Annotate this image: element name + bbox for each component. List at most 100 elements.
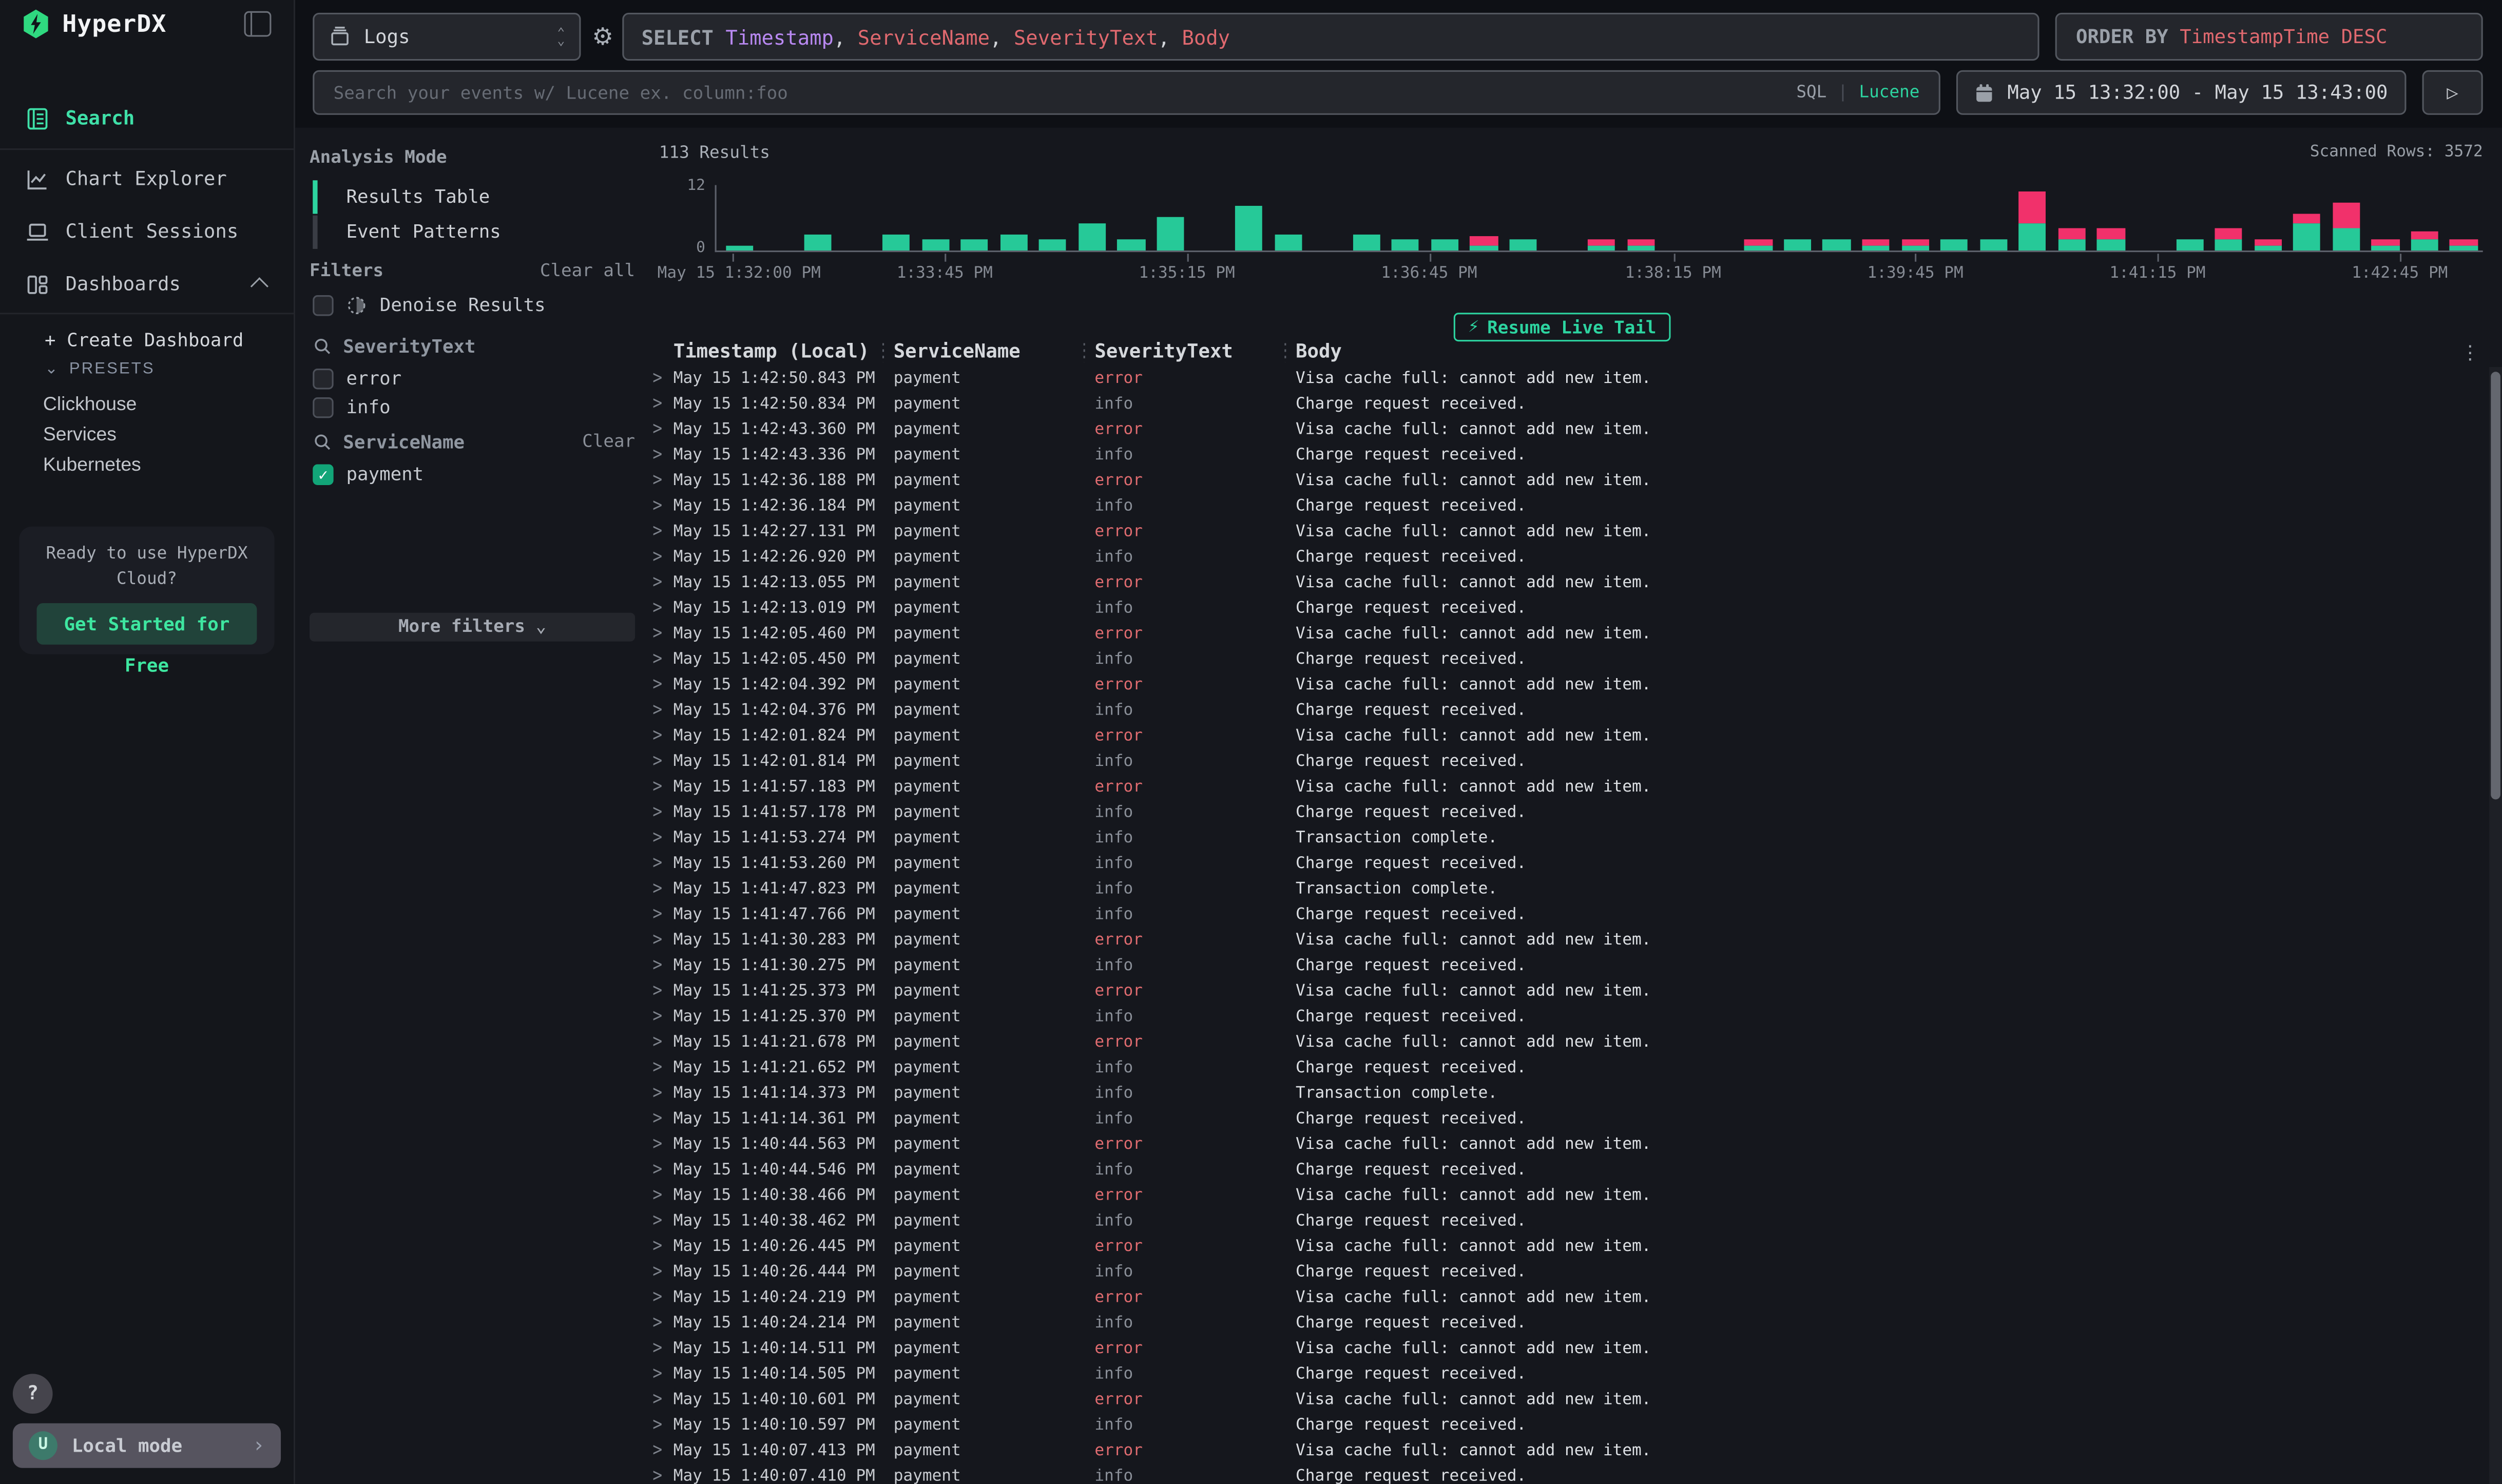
run-query-button[interactable]: ▷ xyxy=(2422,70,2483,115)
time-range-picker[interactable]: May 15 13:32:00 - May 15 13:43:00 xyxy=(1956,70,2407,115)
col-header-severitytext[interactable]: SeverityText xyxy=(1094,340,1296,367)
column-resize-handle[interactable] xyxy=(1284,343,1286,362)
sidebar-item-client-sessions[interactable]: Client Sessions xyxy=(0,209,294,254)
histogram-bar[interactable] xyxy=(837,185,876,250)
histogram-bar[interactable] xyxy=(876,185,915,250)
table-row[interactable]: > May 15 1:42:01.824 PM payment error Vi… xyxy=(642,724,2483,750)
table-row[interactable]: > May 15 1:41:47.823 PM payment info Tra… xyxy=(642,878,2483,903)
more-filters-button[interactable]: More filters ⌄ xyxy=(310,613,635,642)
histogram-bar[interactable] xyxy=(1229,185,1268,250)
table-row[interactable]: > May 15 1:40:24.214 PM payment info Cha… xyxy=(642,1312,2483,1337)
table-row[interactable]: > May 15 1:41:30.275 PM payment info Cha… xyxy=(642,954,2483,980)
table-row[interactable]: > May 15 1:42:05.450 PM payment info Cha… xyxy=(642,648,2483,673)
filter-option-info[interactable]: info xyxy=(313,396,390,418)
table-row[interactable]: > May 15 1:41:47.766 PM payment info Cha… xyxy=(642,903,2483,929)
table-row[interactable]: > May 15 1:40:10.601 PM payment error Vi… xyxy=(642,1388,2483,1414)
table-row[interactable]: > May 15 1:40:07.413 PM payment error Vi… xyxy=(642,1439,2483,1465)
filter-option-payment[interactable]: ✓ payment xyxy=(313,462,424,485)
table-row[interactable]: > May 15 1:41:53.274 PM payment info Tra… xyxy=(642,826,2483,852)
table-row[interactable]: > May 15 1:41:21.678 PM payment error Vi… xyxy=(642,1031,2483,1056)
histogram-bar[interactable] xyxy=(1582,185,1621,250)
histogram-bar[interactable] xyxy=(1386,185,1425,250)
table-row[interactable]: > May 15 1:42:04.392 PM payment error Vi… xyxy=(642,673,2483,699)
sidebar-item-dashboards[interactable]: Dashboards xyxy=(0,262,294,306)
histogram-bar[interactable] xyxy=(1465,185,1504,250)
histogram-bar[interactable] xyxy=(1700,185,1739,250)
histogram-bar[interactable] xyxy=(2405,185,2444,250)
histogram-bar[interactable] xyxy=(1935,185,1974,250)
sidebar-item-kubernetes[interactable]: Kubernetes xyxy=(43,453,141,476)
histogram-bar[interactable] xyxy=(994,185,1033,250)
gear-icon[interactable]: ⚙ xyxy=(592,23,613,51)
table-row[interactable]: > May 15 1:41:57.178 PM payment info Cha… xyxy=(642,801,2483,826)
search-input[interactable]: Search your events w/ Lucene ex. column:… xyxy=(313,70,1940,115)
table-menu-kebab-icon[interactable]: ⋮ xyxy=(2460,341,2479,364)
mode-event-patterns[interactable]: Event Patterns xyxy=(313,216,616,249)
col-header-timestamp[interactable]: Timestamp (Local) xyxy=(673,340,894,367)
table-row[interactable]: > May 15 1:42:50.843 PM payment error Vi… xyxy=(642,367,2483,393)
table-row[interactable]: > May 15 1:42:04.376 PM payment info Cha… xyxy=(642,699,2483,724)
sql-mode-toggle[interactable]: SQL xyxy=(1796,83,1826,102)
table-row[interactable]: > May 15 1:40:38.462 PM payment info Cha… xyxy=(642,1209,2483,1235)
histogram-bar[interactable] xyxy=(2091,185,2130,250)
row-expand-chevron-icon[interactable]: > xyxy=(642,1462,673,1484)
histogram-bar[interactable] xyxy=(2326,185,2365,250)
histogram-bar[interactable] xyxy=(1739,185,1778,250)
histogram-bar[interactable] xyxy=(1268,185,1307,250)
histogram-bar[interactable] xyxy=(2131,185,2170,250)
service-clear-button[interactable]: Clear xyxy=(582,431,635,451)
histogram-bar[interactable] xyxy=(720,185,759,250)
histogram-bar[interactable] xyxy=(1190,185,1229,250)
clear-all-button[interactable]: Clear all xyxy=(540,260,635,281)
mode-results-table[interactable]: Results Table xyxy=(313,180,616,214)
sidebar-item-services[interactable]: Services xyxy=(43,423,117,446)
get-started-button[interactable]: Get Started for Free xyxy=(36,603,257,645)
filter-option-error[interactable]: error xyxy=(313,367,401,390)
payment-checkbox[interactable]: ✓ xyxy=(313,464,333,484)
column-resize-handle[interactable] xyxy=(882,343,884,362)
vertical-scrollbar[interactable] xyxy=(2489,367,2502,1484)
histogram-bar[interactable] xyxy=(2366,185,2405,250)
error-checkbox[interactable] xyxy=(313,368,333,388)
select-query-input[interactable]: SELECT Timestamp, ServiceName, SeverityT… xyxy=(622,13,2039,61)
histogram-bar[interactable] xyxy=(759,185,798,250)
col-header-body[interactable]: Body xyxy=(1296,340,2483,367)
sidebar-collapse-icon[interactable] xyxy=(244,11,272,37)
table-row[interactable]: > May 15 1:40:26.444 PM payment info Cha… xyxy=(642,1261,2483,1286)
histogram-bar[interactable] xyxy=(1072,185,1111,250)
local-mode-button[interactable]: U Local mode › xyxy=(13,1423,281,1468)
histogram-bar[interactable] xyxy=(1347,185,1386,250)
order-by-input[interactable]: ORDER BY TimestampTime DESC xyxy=(2055,13,2483,61)
histogram-bar[interactable] xyxy=(1974,185,2013,250)
table-row[interactable]: > May 15 1:42:05.460 PM payment error Vi… xyxy=(642,622,2483,648)
table-row[interactable]: > May 15 1:40:14.505 PM payment info Cha… xyxy=(642,1363,2483,1389)
resume-live-tail-button[interactable]: ⚡ Resume Live Tail xyxy=(1454,313,1671,341)
sidebar-item-search[interactable]: Search xyxy=(0,96,294,141)
table-row[interactable]: > May 15 1:42:36.188 PM payment error Vi… xyxy=(642,469,2483,495)
table-row[interactable]: > May 15 1:41:53.260 PM payment info Cha… xyxy=(642,852,2483,878)
table-row[interactable]: > May 15 1:40:44.546 PM payment info Cha… xyxy=(642,1159,2483,1184)
histogram-bar[interactable] xyxy=(1425,185,1464,250)
histogram-bar[interactable] xyxy=(1621,185,1660,250)
histogram-bar[interactable] xyxy=(955,185,994,250)
histogram-bar[interactable] xyxy=(1504,185,1543,250)
histogram-bar[interactable] xyxy=(1543,185,1582,250)
denoise-filter-row[interactable]: Denoise Results xyxy=(313,294,545,316)
table-row[interactable]: > May 15 1:42:27.131 PM payment error Vi… xyxy=(642,520,2483,546)
table-row[interactable]: > May 15 1:42:13.055 PM payment error Vi… xyxy=(642,571,2483,597)
help-button[interactable]: ? xyxy=(13,1374,53,1414)
table-row[interactable]: > May 15 1:42:13.019 PM payment info Cha… xyxy=(642,597,2483,623)
histogram-bar[interactable] xyxy=(798,185,837,250)
scrollbar-thumb[interactable] xyxy=(2491,372,2500,799)
histogram-bar[interactable] xyxy=(916,185,955,250)
source-select[interactable]: Logs ⌃⌄ xyxy=(313,13,581,61)
histogram-bar[interactable] xyxy=(1111,185,1150,250)
histogram-bar[interactable] xyxy=(2444,185,2483,250)
column-resize-handle[interactable] xyxy=(1084,343,1085,362)
create-dashboard-button[interactable]: + Create Dashboard xyxy=(45,329,243,351)
chevron-up-icon[interactable] xyxy=(251,277,268,295)
table-row[interactable]: > May 15 1:41:57.183 PM payment error Vi… xyxy=(642,776,2483,801)
table-row[interactable]: > May 15 1:40:07.410 PM payment info Cha… xyxy=(642,1465,2483,1484)
sidebar-item-clickhouse[interactable]: Clickhouse xyxy=(43,393,137,415)
table-row[interactable]: > May 15 1:41:21.652 PM payment info Cha… xyxy=(642,1056,2483,1082)
